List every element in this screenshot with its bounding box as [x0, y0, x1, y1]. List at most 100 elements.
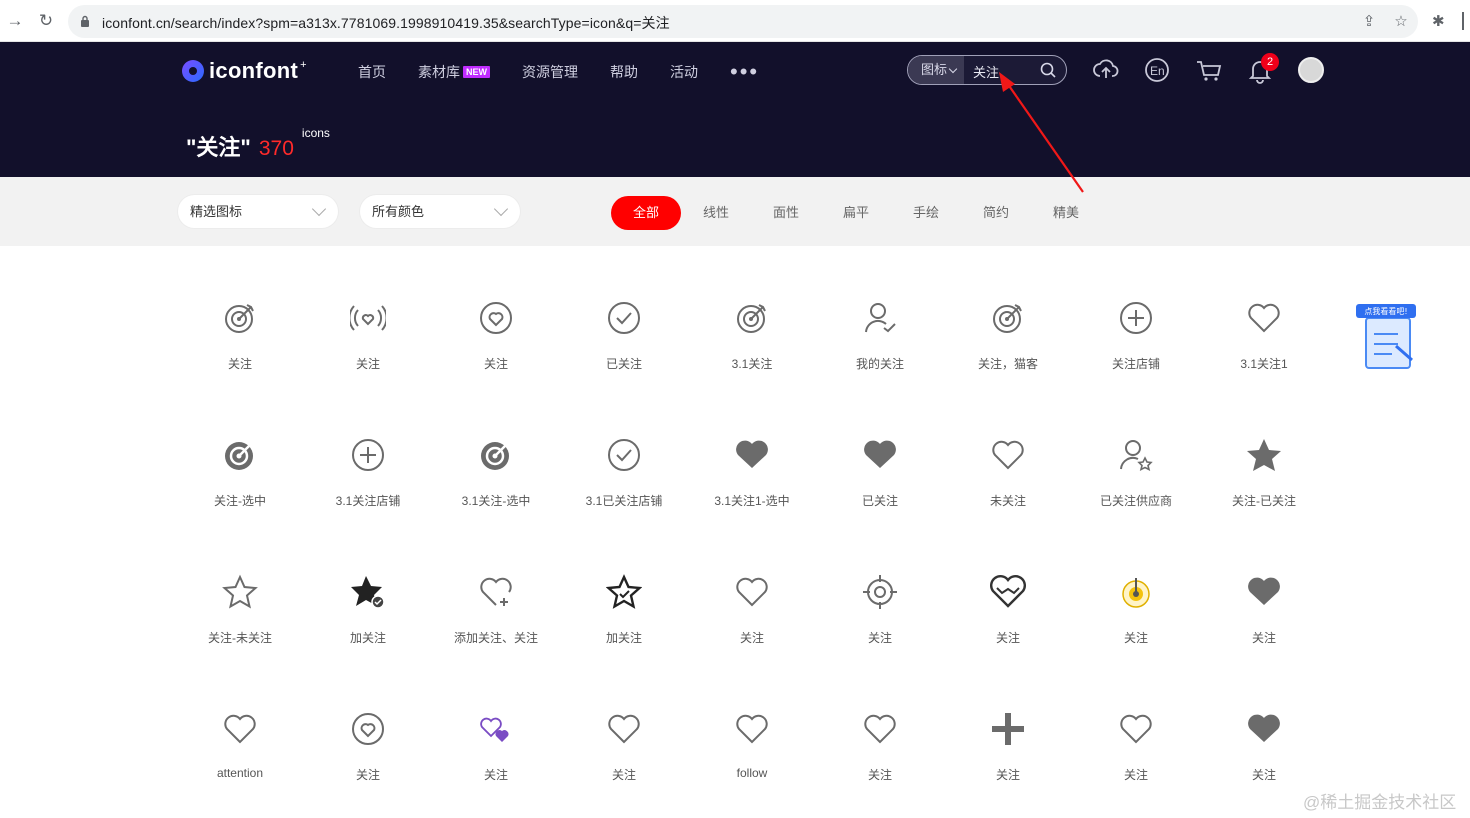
icon-card[interactable]: 3.1关注 — [688, 270, 816, 407]
color-select[interactable]: 所有颜色 — [360, 195, 520, 228]
upload-cloud-icon[interactable] — [1092, 56, 1120, 84]
nav-resources[interactable]: 资源管理 — [522, 62, 578, 82]
forward-icon[interactable]: → — [6, 12, 24, 30]
circle-check-icon — [608, 439, 640, 471]
icon-card[interactable]: attention — [176, 681, 304, 818]
icon-label: 3.1关注 — [731, 357, 773, 371]
nav-activity[interactable]: 活动 — [670, 62, 698, 82]
icon-card[interactable]: 关注-选中 — [176, 407, 304, 544]
nav-home[interactable]: 首页 — [358, 62, 386, 82]
icon-label: 关注 — [355, 768, 380, 782]
tab-simple[interactable]: 简约 — [961, 196, 1031, 230]
results-query: "关注" — [186, 135, 251, 160]
cart-icon[interactable] — [1195, 56, 1223, 84]
circle-heart-icon — [480, 302, 512, 334]
target-filled-icon — [225, 442, 253, 470]
icon-label: 3.1已关注店铺 — [585, 494, 663, 508]
tab-all[interactable]: 全部 — [611, 196, 681, 230]
url-text[interactable]: iconfont.cn/search/index?spm=a313x.77810… — [102, 13, 670, 33]
promo-label: 点我看看吧! — [1364, 306, 1407, 316]
icon-card[interactable]: 关注，猫客 — [944, 270, 1072, 407]
icon-label: 关注 — [867, 768, 892, 782]
lock-icon — [81, 15, 89, 27]
icon-card[interactable]: 关注 — [432, 270, 560, 407]
icon-card[interactable]: 关注 — [944, 681, 1072, 818]
iconfont-logo[interactable]: iconfont + — [182, 58, 307, 84]
more-menu-icon[interactable]: ••• — [730, 61, 759, 83]
icon-card[interactable]: 关注 — [304, 270, 432, 407]
extensions-icon[interactable]: ✱ — [1432, 12, 1450, 30]
side-panel-icon[interactable] — [1462, 12, 1470, 30]
icon-card[interactable]: 加关注 — [304, 544, 432, 681]
icon-card[interactable]: follow — [688, 681, 816, 818]
bookmark-star-icon[interactable]: ☆ — [1392, 13, 1410, 31]
results-unit: icons — [301, 126, 330, 140]
heart-outline-icon — [1248, 303, 1280, 333]
share-icon[interactable]: ⇪ — [1360, 13, 1378, 31]
icon-label: 3.1关注-选中 — [461, 494, 531, 508]
tab-line[interactable]: 线性 — [681, 196, 751, 230]
icon-card[interactable]: 关注-未关注 — [176, 544, 304, 681]
nav-label: 活动 — [670, 64, 698, 80]
icon-label: 关注-选中 — [214, 494, 266, 508]
icon-card[interactable]: 关注 — [1072, 544, 1200, 681]
heart-filled-icon — [1248, 714, 1280, 742]
target-outline-icon — [993, 304, 1022, 333]
search-type-select[interactable]: 图标 — [908, 56, 964, 84]
icon-label: 3.1关注1 — [1240, 357, 1288, 371]
icon-card[interactable]: 关注 — [432, 681, 560, 818]
tab-hand-drawn[interactable]: 手绘 — [891, 196, 961, 230]
gold-target-icon — [1122, 578, 1150, 608]
icon-card[interactable]: 关注-已关注 — [1200, 407, 1328, 544]
icon-card[interactable]: 3.1关注1 — [1200, 270, 1328, 407]
icon-card[interactable]: 3.1关注店铺 — [304, 407, 432, 544]
icon-card[interactable]: 我的关注 — [816, 270, 944, 407]
icon-card[interactable]: 关注 — [816, 544, 944, 681]
avatar[interactable] — [1298, 57, 1324, 83]
icon-card[interactable]: 添加关注、关注 — [432, 544, 560, 681]
heart-plus-icon — [480, 577, 512, 606]
promo-clipboard-icon[interactable]: 点我看看吧! — [1354, 304, 1418, 372]
icon-card[interactable]: 已关注供应商 — [1072, 407, 1200, 544]
circle-plus-icon — [352, 439, 384, 471]
icon-card[interactable]: 关注 — [944, 544, 1072, 681]
icon-label: 我的关注 — [855, 357, 904, 371]
annotation-arrow — [999, 72, 1084, 193]
star-check-icon — [351, 576, 385, 609]
circle-check-icon — [608, 302, 640, 334]
icon-card[interactable]: 关注 — [688, 544, 816, 681]
nav-materials[interactable]: 素材库 NEW — [418, 62, 490, 82]
reload-icon[interactable]: ↻ — [37, 12, 55, 30]
icon-card[interactable]: 未关注 — [944, 407, 1072, 544]
tab-fill[interactable]: 面性 — [751, 196, 821, 230]
icon-card[interactable]: 3.1关注1-选中 — [688, 407, 816, 544]
icon-card[interactable]: 关注 — [1072, 681, 1200, 818]
icon-type-select[interactable]: 精选图标 — [178, 195, 338, 228]
icon-card[interactable]: 关注 — [816, 681, 944, 818]
nav-help[interactable]: 帮助 — [610, 62, 638, 82]
language-en-icon[interactable]: En — [1143, 56, 1171, 84]
icon-label: 已关注供应商 — [1099, 494, 1172, 508]
icon-card[interactable]: 关注店铺 — [1072, 270, 1200, 407]
icon-card[interactable]: 已关注 — [560, 270, 688, 407]
tab-exquisite[interactable]: 精美 — [1031, 196, 1101, 230]
icon-label: 关注 — [1123, 768, 1148, 782]
watermark: @稀土掘金技术社区 — [1303, 793, 1457, 812]
icon-label: 已关注 — [861, 494, 898, 508]
style-tabs: 全部 线性 面性 扁平 手绘 简约 精美 — [611, 196, 1101, 230]
icon-card[interactable]: 关注 — [176, 270, 304, 407]
icon-card[interactable]: 关注 — [1200, 544, 1328, 681]
icon-card[interactable]: 3.1已关注店铺 — [560, 407, 688, 544]
address-bar[interactable]: iconfont.cn/search/index?spm=a313x.77810… — [68, 5, 1418, 38]
purple-hearts-icon — [480, 717, 509, 742]
icon-card[interactable]: 关注 — [304, 681, 432, 818]
user-star-icon — [1120, 440, 1153, 471]
circle-heart-icon — [352, 713, 384, 745]
icon-card[interactable]: 加关注 — [560, 544, 688, 681]
icon-card[interactable]: 3.1关注-选中 — [432, 407, 560, 544]
icon-card[interactable]: 已关注 — [816, 407, 944, 544]
icon-label: 关注 — [995, 768, 1020, 782]
tab-flat[interactable]: 扁平 — [821, 196, 891, 230]
icon-card[interactable]: 关注 — [560, 681, 688, 818]
nav-label: 素材库 — [418, 64, 460, 80]
